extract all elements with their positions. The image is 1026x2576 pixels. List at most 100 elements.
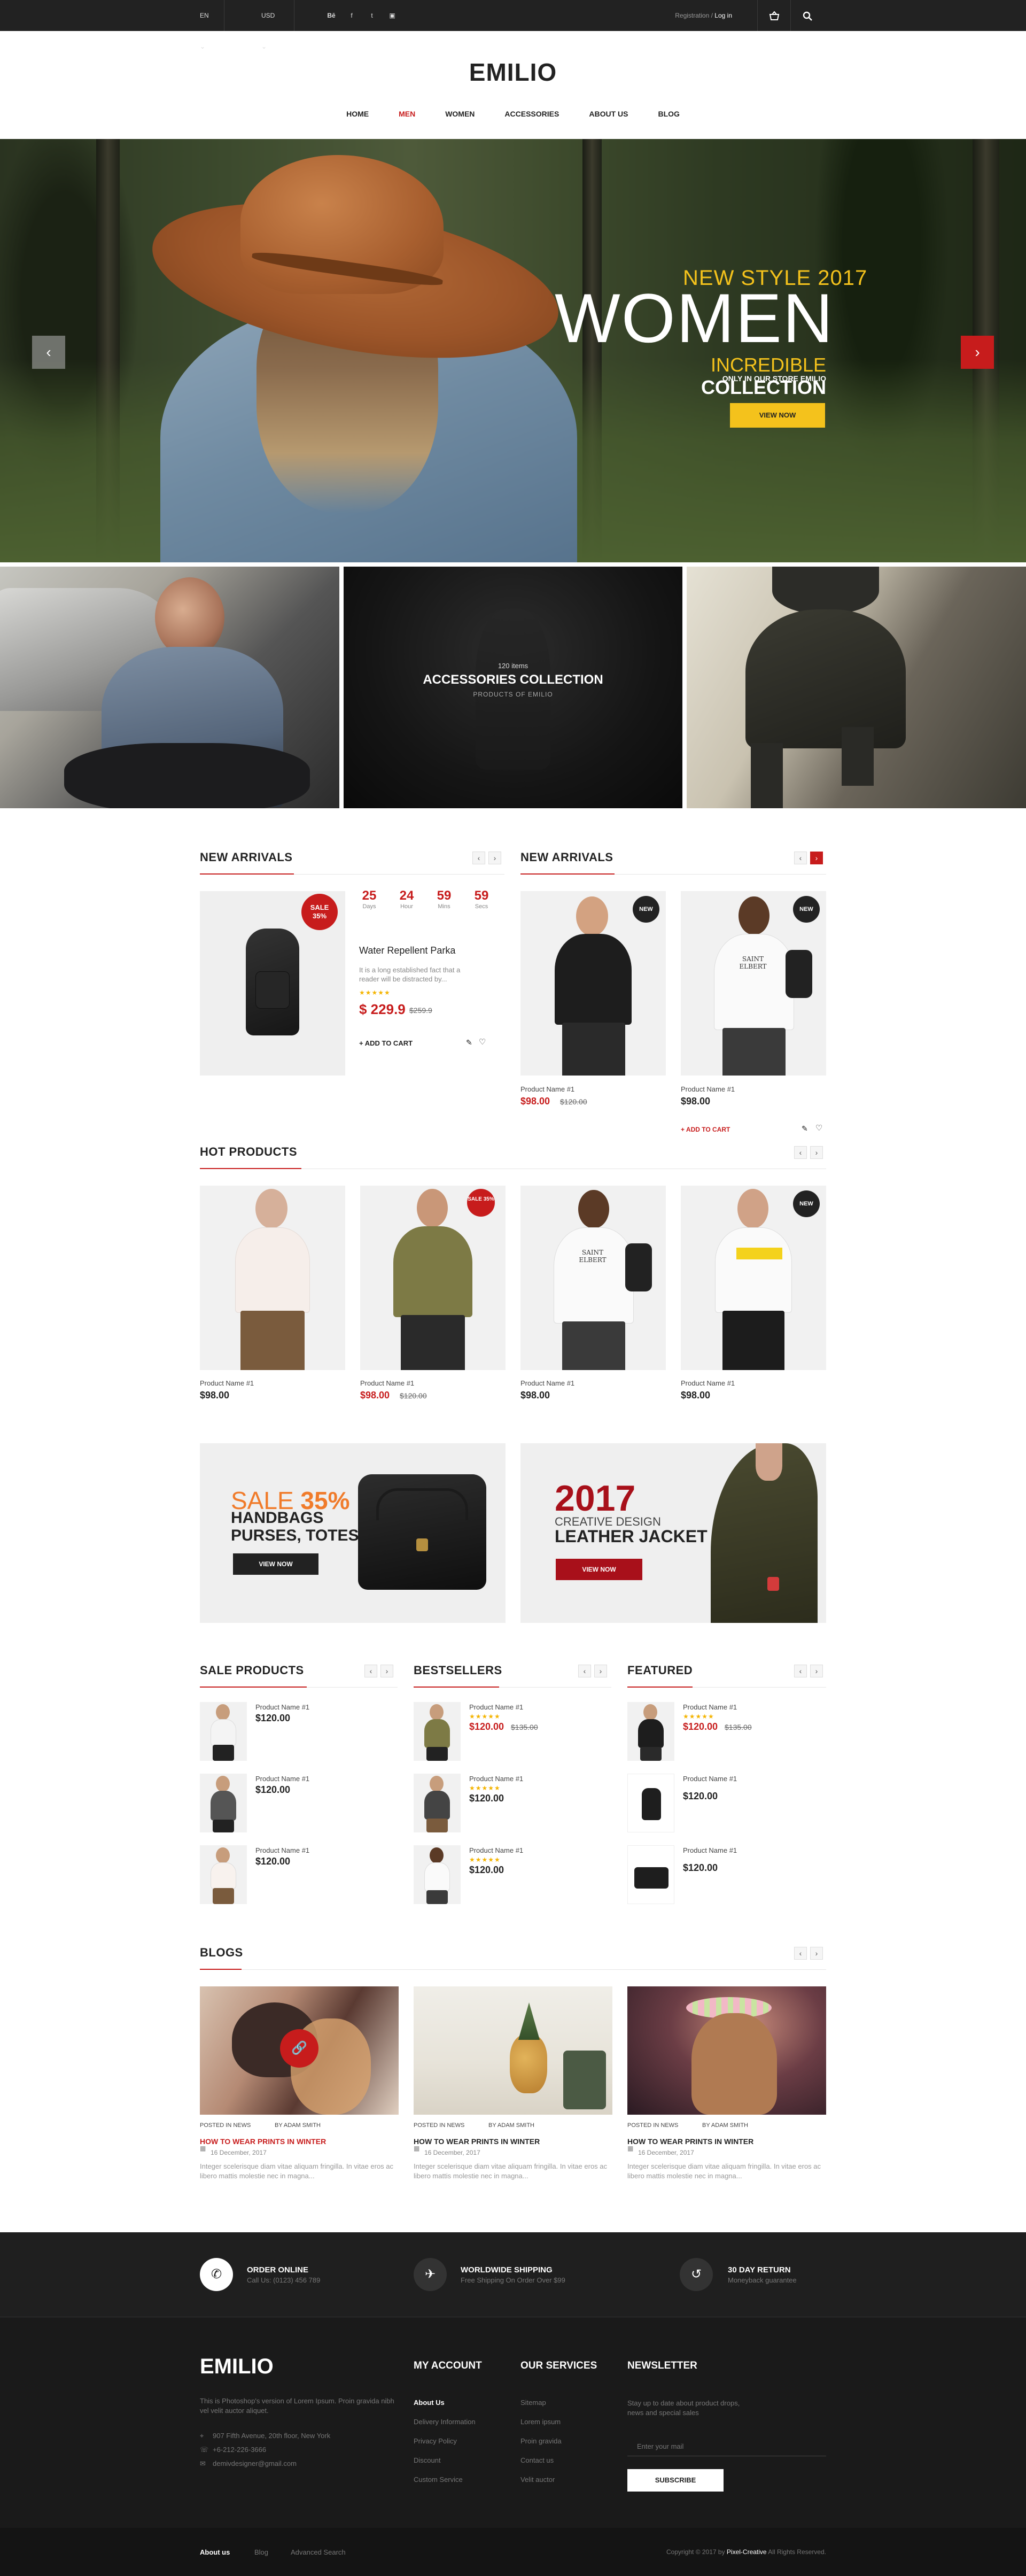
list-item-image[interactable] bbox=[414, 1845, 461, 1904]
product-name[interactable]: Product Name #1 bbox=[681, 1085, 735, 1093]
list-item-name[interactable]: Product Name #1 bbox=[469, 1703, 523, 1711]
nav-about-us[interactable]: ABOUT US bbox=[589, 110, 628, 118]
subscribe-button[interactable]: SUBSCRIBE bbox=[627, 2469, 724, 2492]
next-arrow-icon[interactable]: › bbox=[380, 1665, 393, 1677]
product-image[interactable]: SAINT ELBERT bbox=[520, 1186, 666, 1370]
behance-icon[interactable]: Bē bbox=[322, 0, 341, 31]
promo-banner-handbags[interactable]: SALE 35% HANDBAGS PURSES, TOTES VIEW NOW bbox=[200, 1443, 506, 1623]
add-to-cart-link[interactable]: + ADD TO CART bbox=[681, 1126, 730, 1133]
promo-banner-jacket[interactable]: 2017 CREATIVE DESIGN LEATHER JACKET VIEW… bbox=[520, 1443, 826, 1623]
product-name[interactable]: Product Name #1 bbox=[520, 1379, 574, 1387]
prev-arrow-icon[interactable]: ‹ bbox=[794, 1146, 807, 1159]
slider-next-arrow-icon[interactable]: › bbox=[961, 336, 994, 369]
facebook-icon[interactable]: f bbox=[342, 0, 361, 31]
bottom-link[interactable]: Advanced Search bbox=[291, 2548, 346, 2556]
next-arrow-icon[interactable]: › bbox=[594, 1665, 607, 1677]
list-item-image[interactable] bbox=[627, 1845, 674, 1904]
blog-title[interactable]: HOW TO WEAR PRINTS IN WINTER bbox=[627, 2137, 753, 2146]
footer-logo[interactable]: EMILIO bbox=[200, 2355, 274, 2379]
list-item-image[interactable] bbox=[627, 1774, 674, 1832]
model-tshirt bbox=[424, 1862, 450, 1891]
footer-link[interactable]: Velit auctor bbox=[520, 2476, 555, 2484]
copyright-brand[interactable]: Pixel-Creative bbox=[727, 2548, 767, 2556]
deal-add-to-cart[interactable]: + ADD TO CART bbox=[359, 1039, 413, 1047]
prev-arrow-icon[interactable]: ‹ bbox=[794, 1947, 807, 1960]
currency-select[interactable]: USD ⌄ bbox=[248, 0, 294, 50]
newsletter-email-input[interactable] bbox=[627, 2437, 826, 2456]
footer-link[interactable]: Sitemap bbox=[520, 2399, 546, 2407]
footer-link[interactable]: Proin gravida bbox=[520, 2437, 562, 2445]
bottom-link[interactable]: Blog bbox=[254, 2548, 268, 2556]
banner-view-now-button[interactable]: VIEW NOW bbox=[233, 1553, 318, 1575]
blog-title[interactable]: HOW TO WEAR PRINTS IN WINTER bbox=[200, 2137, 326, 2146]
footer-link[interactable]: Privacy Policy bbox=[414, 2437, 457, 2445]
blog-image[interactable]: 🔗 bbox=[200, 1986, 399, 2115]
footer-email[interactable]: demivdesigner@gmail.com bbox=[213, 2459, 297, 2467]
list-item-image[interactable] bbox=[627, 1702, 674, 1761]
product-name[interactable]: Product Name #1 bbox=[200, 1379, 254, 1387]
nav-women[interactable]: WOMEN bbox=[445, 110, 475, 118]
list-item-name[interactable]: Product Name #1 bbox=[683, 1846, 737, 1854]
product-name[interactable]: Product Name #1 bbox=[520, 1085, 574, 1093]
blog-title[interactable]: HOW TO WEAR PRINTS IN WINTER bbox=[414, 2137, 540, 2146]
footer-link[interactable]: About Us bbox=[414, 2399, 445, 2407]
prev-arrow-icon[interactable]: ‹ bbox=[794, 1665, 807, 1677]
heart-icon[interactable]: ♡ bbox=[479, 1037, 486, 1047]
deal-product-name[interactable]: Water Repellent Parka bbox=[359, 945, 455, 956]
next-arrow-icon[interactable]: › bbox=[810, 1947, 823, 1960]
link-icon[interactable]: 🔗 bbox=[280, 2029, 318, 2068]
list-item-name[interactable]: Product Name #1 bbox=[469, 1846, 523, 1854]
list-item-name[interactable]: Product Name #1 bbox=[469, 1775, 523, 1783]
slider-prev-arrow-icon[interactable]: ‹ bbox=[32, 336, 65, 369]
banner-view-now-button[interactable]: VIEW NOW bbox=[556, 1559, 642, 1580]
prev-arrow-icon[interactable]: ‹ bbox=[794, 852, 807, 864]
footer-link[interactable]: Custom Service bbox=[414, 2476, 463, 2484]
list-item-name[interactable]: Product Name #1 bbox=[683, 1775, 737, 1783]
next-arrow-icon[interactable]: › bbox=[810, 1146, 823, 1159]
collection-tile-left[interactable] bbox=[0, 567, 339, 808]
footer-link[interactable]: Discount bbox=[414, 2456, 441, 2464]
search-icon[interactable] bbox=[790, 0, 823, 31]
bottom-link[interactable]: About us bbox=[200, 2548, 230, 2556]
prev-arrow-icon[interactable]: ‹ bbox=[578, 1665, 591, 1677]
language-select[interactable]: EN ⌄ bbox=[187, 0, 224, 50]
list-item-image[interactable] bbox=[414, 1774, 461, 1832]
compare-icon[interactable]: ✎ bbox=[802, 1124, 808, 1133]
list-item-image[interactable] bbox=[414, 1702, 461, 1761]
footer-link[interactable]: Lorem ipsum bbox=[520, 2418, 561, 2426]
login-link[interactable]: Log in bbox=[714, 12, 732, 19]
registration-link[interactable]: Registration bbox=[675, 12, 709, 19]
twitter-icon[interactable]: t bbox=[362, 0, 382, 31]
nav-accessories[interactable]: ACCESSORIES bbox=[504, 110, 559, 118]
nav-home[interactable]: HOME bbox=[346, 110, 369, 118]
list-item-image[interactable] bbox=[200, 1845, 247, 1904]
collection-tile-accessories[interactable]: 120 items ACCESSORIES COLLECTION PRODUCT… bbox=[344, 567, 682, 808]
heart-icon[interactable]: ♡ bbox=[815, 1123, 822, 1133]
list-item-name[interactable]: Product Name #1 bbox=[255, 1703, 309, 1711]
product-name[interactable]: Product Name #1 bbox=[681, 1379, 735, 1387]
product-image[interactable] bbox=[200, 1186, 345, 1370]
instagram-icon[interactable]: ▣ bbox=[383, 0, 402, 31]
list-item-name[interactable]: Product Name #1 bbox=[255, 1775, 309, 1783]
prev-arrow-icon[interactable]: ‹ bbox=[472, 852, 485, 864]
blog-image[interactable] bbox=[627, 1986, 826, 2115]
site-logo[interactable]: EMILIO bbox=[0, 58, 1026, 87]
list-item-image[interactable] bbox=[200, 1702, 247, 1761]
list-item-image[interactable] bbox=[200, 1774, 247, 1832]
footer-link[interactable]: Contact us bbox=[520, 2456, 554, 2464]
prev-arrow-icon[interactable]: ‹ bbox=[364, 1665, 377, 1677]
footer-link[interactable]: Delivery Information bbox=[414, 2418, 476, 2426]
cart-icon[interactable] bbox=[757, 0, 790, 31]
next-arrow-icon[interactable]: › bbox=[810, 1665, 823, 1677]
product-name[interactable]: Product Name #1 bbox=[360, 1379, 414, 1387]
next-arrow-icon[interactable]: › bbox=[488, 852, 501, 864]
compare-icon[interactable]: ✎ bbox=[466, 1038, 472, 1047]
hero-view-now-button[interactable]: VIEW NOW bbox=[730, 403, 825, 428]
blog-image[interactable] bbox=[414, 1986, 612, 2115]
nav-blog[interactable]: BLOG bbox=[658, 110, 679, 118]
list-item-name[interactable]: Product Name #1 bbox=[255, 1846, 309, 1854]
list-item-name[interactable]: Product Name #1 bbox=[683, 1703, 737, 1711]
next-arrow-icon[interactable]: › bbox=[810, 852, 823, 864]
collection-tile-right[interactable] bbox=[687, 567, 1026, 808]
nav-men[interactable]: MEN bbox=[399, 110, 415, 118]
